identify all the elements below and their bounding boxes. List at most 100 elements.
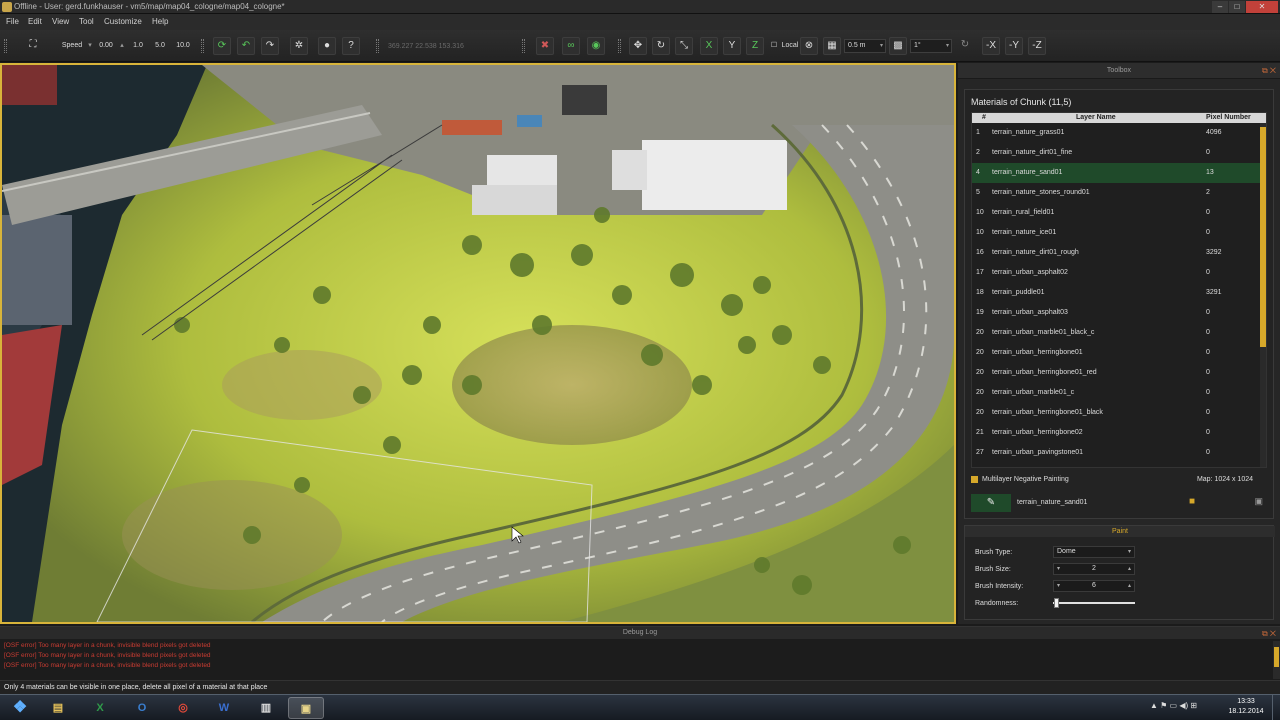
grid-size-select[interactable]: 0.5 m ▾ <box>844 39 886 53</box>
record-icon[interactable]: ● <box>318 37 336 55</box>
excel-icon[interactable]: X <box>82 697 118 719</box>
neg-y-button[interactable]: -Y <box>1005 37 1023 55</box>
word-icon[interactable]: W <box>206 697 242 719</box>
menu-tool[interactable]: Tool <box>79 17 94 26</box>
redo-icon[interactable]: ↷ <box>261 37 279 55</box>
table-row[interactable]: 20 terrain_urban_herringbone01_black 0 <box>972 403 1260 423</box>
table-row[interactable]: 27 terrain_urban_pavingstone01 0 <box>972 443 1260 463</box>
table-row[interactable]: 20 terrain_urban_herringbone01_red 0 <box>972 363 1260 383</box>
table-row[interactable]: 10 terrain_nature_ice01 0 <box>972 223 1260 243</box>
table-row[interactable]: 4 terrain_nature_sand01 13 <box>972 163 1260 183</box>
table-row[interactable]: 21 terrain_urban_herringbone02 0 <box>972 423 1260 443</box>
speed-preset-5[interactable]: 5.0 <box>151 38 169 54</box>
maximize-button[interactable]: □ <box>1229 1 1245 13</box>
table-row[interactable]: 5 terrain_nature_stones_round01 2 <box>972 183 1260 203</box>
randomness-slider[interactable] <box>1053 598 1135 608</box>
menu-view[interactable]: View <box>52 17 69 26</box>
axis-y-button[interactable]: Y <box>723 37 741 55</box>
row-layer-name: terrain_urban_pavingstone01 <box>992 449 1084 456</box>
clock[interactable]: 13:33 18.12.2014 <box>1226 697 1266 717</box>
axis-z-button[interactable]: Z <box>746 37 764 55</box>
close-button[interactable]: ✕ <box>1246 1 1278 13</box>
decrement-icon[interactable]: ▾ <box>1057 581 1060 591</box>
toolbar-grip[interactable] <box>4 39 7 53</box>
toolbar-grip[interactable] <box>201 39 204 53</box>
table-scrollbar[interactable] <box>1260 123 1266 467</box>
neg-x-button[interactable]: -X <box>982 37 1000 55</box>
table-row[interactable]: 18 terrain_puddle01 3291 <box>972 283 1260 303</box>
angle-snap-icon[interactable]: ▩ <box>889 37 907 55</box>
increment-icon[interactable]: ▴ <box>1128 564 1131 574</box>
menu-customize[interactable]: Customize <box>104 17 142 26</box>
axis-x-button[interactable]: X <box>700 37 718 55</box>
move-icon[interactable]: ✥ <box>629 37 647 55</box>
infinity-icon[interactable]: ∞ <box>562 37 580 55</box>
scene-viewport[interactable] <box>0 63 956 624</box>
brush-intensity-spinbox[interactable]: 6 ▾ ▴ <box>1053 580 1135 592</box>
folder-icon[interactable]: ■ <box>1189 496 1195 507</box>
table-row[interactable]: 30terrain_urban_regularstone010 <box>972 463 1260 467</box>
speed-value[interactable]: 0.00 <box>94 38 118 54</box>
eye-icon[interactable]: ◉ <box>587 37 605 55</box>
chrome-icon[interactable]: ◎ <box>165 697 201 719</box>
neg-z-button[interactable]: -Z <box>1028 37 1046 55</box>
table-row[interactable]: 16 terrain_nature_dirt01_rough 3292 <box>972 243 1260 263</box>
gear-icon[interactable]: ✲ <box>290 37 308 55</box>
paint-brush-icon[interactable]: ✎ <box>971 494 1011 512</box>
grid-size-value: 0.5 m <box>848 42 866 49</box>
decrement-icon[interactable]: ▾ <box>1057 564 1060 574</box>
speed-preset-1[interactable]: 1.0 <box>129 38 147 54</box>
toolbar-grip[interactable] <box>376 39 379 53</box>
start-orb-icon[interactable]: ❖ <box>2 697 38 719</box>
menu-help[interactable]: Help <box>152 17 168 26</box>
menu-edit[interactable]: Edit <box>28 17 42 26</box>
scrollbar-thumb[interactable] <box>1274 647 1279 667</box>
table-row[interactable]: 2 terrain_nature_dirt01_fine 0 <box>972 143 1260 163</box>
delete-icon[interactable]: ▣ <box>1254 496 1263 507</box>
increment-icon[interactable]: ▴ <box>1128 581 1131 591</box>
brush-type-select[interactable]: Dome ▾ <box>1053 546 1135 558</box>
explorer-icon[interactable]: ▤ <box>40 697 76 719</box>
camera-icon[interactable]: ⛶ <box>24 37 42 55</box>
show-desktop-button[interactable] <box>1272 695 1280 720</box>
visibility-off-icon[interactable]: ✖ <box>536 37 554 55</box>
speed-up-icon[interactable]: ▴ <box>118 38 126 54</box>
table-row[interactable]: 20 terrain_urban_herringbone01 0 <box>972 343 1260 363</box>
undo-icon[interactable]: ↶ <box>237 37 255 55</box>
help-icon[interactable]: ? <box>342 37 360 55</box>
notepad-icon[interactable]: ▥ <box>248 697 284 719</box>
column-header-id[interactable]: # <box>982 114 986 121</box>
panel-close-icon[interactable]: ⧉ ✕ <box>1262 66 1276 76</box>
toolbar-grip[interactable] <box>618 39 621 53</box>
column-header-layer-name[interactable]: Layer Name <box>1076 114 1116 121</box>
column-header-pixel-number[interactable]: Pixel Number <box>1206 114 1251 121</box>
scale-icon[interactable]: ⤡ <box>675 37 693 55</box>
outlook-icon[interactable]: O <box>124 697 160 719</box>
menu-file[interactable]: File <box>6 17 19 26</box>
table-row[interactable]: 17 terrain_urban_asphalt02 0 <box>972 263 1260 283</box>
snap-icon[interactable]: ⊗ <box>800 37 818 55</box>
table-row[interactable]: 20 terrain_urban_marble01_black_c 0 <box>972 323 1260 343</box>
speed-down-icon[interactable]: ▾ <box>86 38 94 54</box>
table-row[interactable]: 20 terrain_urban_marble01_c 0 <box>972 383 1260 403</box>
grid-icon[interactable]: ▦ <box>823 37 841 55</box>
scrollbar-thumb[interactable] <box>1260 127 1266 347</box>
table-row[interactable]: 1 terrain_nature_grass01 4096 <box>972 123 1260 143</box>
toolbar-grip[interactable] <box>522 39 525 53</box>
system-tray[interactable]: ▲ ⚑ ▭ ◀) ⊞ <box>1150 701 1220 715</box>
log-scrollbar[interactable] <box>1273 641 1280 679</box>
multilayer-checkbox[interactable] <box>971 476 978 483</box>
table-row[interactable]: 19 terrain_urban_asphalt03 0 <box>972 303 1260 323</box>
minimize-button[interactable]: – <box>1212 1 1228 13</box>
table-row[interactable]: 10 terrain_rural_field01 0 <box>972 203 1260 223</box>
rotate-icon[interactable]: ↻ <box>652 37 670 55</box>
angle-select[interactable]: 1° ▾ <box>910 39 952 53</box>
panel-close-icon[interactable]: ⧉ ✕ <box>1262 629 1276 639</box>
speed-preset-10[interactable]: 10.0 <box>173 38 193 54</box>
local-checkbox[interactable]: ☐ <box>770 38 778 54</box>
reset-rotation-icon[interactable]: ↻ <box>956 37 974 55</box>
refresh-icon[interactable]: ⟳ <box>213 37 231 55</box>
brush-size-spinbox[interactable]: 2 ▾ ▴ <box>1053 563 1135 575</box>
slider-handle[interactable] <box>1053 598 1059 608</box>
editor-app-icon[interactable]: ▣ <box>288 697 324 719</box>
